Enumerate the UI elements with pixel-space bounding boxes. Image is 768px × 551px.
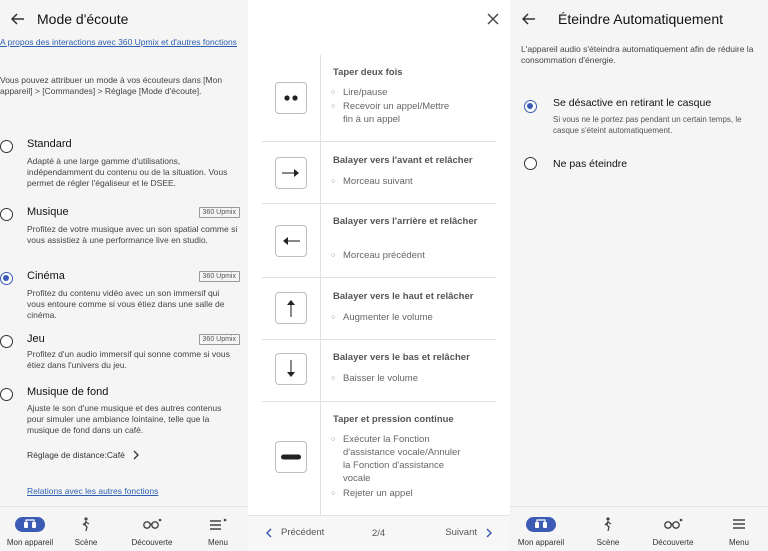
nav-label: Découverte bbox=[131, 538, 173, 547]
nav-label: Menu bbox=[728, 538, 749, 547]
header: Mode d'écoute bbox=[0, 0, 248, 38]
nav-label: Scène bbox=[74, 538, 98, 547]
nav-scene[interactable]: Scène bbox=[588, 507, 628, 551]
radio-never-off[interactable] bbox=[524, 157, 537, 170]
close-icon bbox=[487, 13, 499, 25]
swipe-backward-icon bbox=[275, 225, 307, 257]
upmix-badge: 360 Upmix bbox=[198, 271, 240, 282]
gesture-title: Balayer vers l'avant et relâcher bbox=[333, 155, 473, 166]
option-name: Cinéma bbox=[27, 270, 65, 282]
upmix-badge: 360 Upmix bbox=[198, 207, 240, 218]
nav-label: Scène bbox=[596, 538, 620, 547]
option-name: Se désactive en retirant le casque bbox=[553, 97, 712, 109]
pager-footer: Précédent 2/4 Suivant bbox=[248, 515, 510, 551]
binoculars-icon bbox=[143, 518, 162, 529]
radio-game[interactable] bbox=[0, 335, 13, 348]
gesture-title: Balayer vers l'arrière et relâcher bbox=[333, 216, 478, 227]
close-button[interactable] bbox=[487, 12, 499, 30]
chevron-right-icon bbox=[133, 450, 139, 460]
nav-label: Découverte bbox=[652, 538, 694, 547]
gesture-title: Taper et pression continue bbox=[333, 414, 454, 425]
option-desc: Si vous ne le portez pas pendant un cert… bbox=[553, 115, 742, 135]
arrow-left-icon bbox=[522, 13, 535, 25]
option-desc: Profitez de votre musique avec un son sp… bbox=[27, 224, 238, 245]
nav-menu[interactable]: Menu bbox=[719, 507, 759, 551]
hamburger-menu-icon bbox=[210, 518, 227, 530]
swipe-forward-icon bbox=[275, 157, 307, 189]
walking-person-icon bbox=[82, 517, 90, 531]
nav-my-device[interactable]: Mon appareil bbox=[513, 507, 569, 551]
radio-standard[interactable] bbox=[0, 140, 13, 153]
back-button[interactable] bbox=[510, 0, 548, 38]
distance-setting-row[interactable]: Réglage de distance:Café bbox=[27, 450, 139, 460]
option-name: Jeu bbox=[27, 333, 45, 345]
intro-text: Vous pouvez attribuer un mode à vos écou… bbox=[0, 75, 223, 96]
nav-discovery[interactable]: Découverte bbox=[122, 507, 182, 551]
radio-cinema[interactable] bbox=[0, 272, 13, 285]
gesture-action: Augmenter le volume bbox=[331, 311, 493, 324]
headphones-device-icon bbox=[526, 516, 556, 532]
about-interactions-link[interactable]: A propos des interactions avec 360 Upmix… bbox=[0, 37, 240, 48]
description: L'appareil audio s'éteindra automatiquem… bbox=[521, 44, 754, 65]
walking-person-icon bbox=[604, 517, 612, 531]
nav-label: Mon appareil bbox=[6, 538, 54, 547]
next-label: Suivant bbox=[445, 527, 477, 538]
bottom-nav: Mon appareil Scène Découverte Menu bbox=[510, 506, 768, 551]
option-desc: Profitez du contenu vidéo avec un son im… bbox=[27, 288, 225, 320]
previous-label: Précédent bbox=[281, 527, 325, 538]
upmix-badge: 360 Upmix bbox=[198, 334, 240, 345]
radio-music[interactable] bbox=[0, 208, 13, 221]
option-name: Musique bbox=[27, 206, 69, 218]
binoculars-icon bbox=[664, 518, 683, 529]
gesture-action: Rejeter un appel bbox=[331, 487, 493, 500]
option-name: Ne pas éteindre bbox=[553, 158, 628, 170]
distance-setting-label: Réglage de distance:Café bbox=[27, 450, 125, 460]
gesture-action: Recevoir un appel/Mettre fin à un appel bbox=[331, 100, 461, 126]
nav-menu[interactable]: Menu bbox=[198, 507, 238, 551]
relations-link[interactable]: Relations avec les autres fonctions bbox=[27, 486, 158, 497]
headphones-device-icon bbox=[15, 516, 45, 532]
gesture-action: Exécuter la Fonction d'assistance vocale… bbox=[331, 433, 468, 485]
option-name: Standard bbox=[27, 138, 72, 150]
gesture-action: Lire/pause bbox=[331, 86, 493, 99]
hamburger-menu-icon bbox=[733, 519, 745, 529]
option-desc: Profitez d'un audio immersif qui sonne c… bbox=[27, 349, 230, 370]
page-indicator: 2/4 bbox=[372, 528, 386, 539]
gesture-action: Morceau suivant bbox=[331, 175, 493, 188]
gesture-guide-panel: Taper deux fois Lire/pause Recevoir un a… bbox=[248, 0, 510, 551]
page-title: Mode d'écoute bbox=[37, 11, 129, 27]
option-desc: Adapté à une large gamme d'utilisations,… bbox=[27, 156, 228, 188]
back-button[interactable] bbox=[0, 0, 36, 38]
nav-my-device[interactable]: Mon appareil bbox=[2, 507, 58, 551]
swipe-down-icon bbox=[275, 353, 307, 385]
nav-scene[interactable]: Scène bbox=[66, 507, 106, 551]
double-tap-icon bbox=[275, 82, 307, 114]
swipe-up-icon bbox=[275, 292, 307, 324]
nav-label: Mon appareil bbox=[517, 538, 565, 547]
page-title: Éteindre Automatiquement bbox=[558, 11, 723, 27]
header: Éteindre Automatiquement bbox=[510, 0, 768, 38]
arrow-left-icon bbox=[11, 13, 24, 25]
auto-power-off-panel: Éteindre Automatiquement L'appareil audi… bbox=[510, 0, 768, 551]
option-name: Musique de fond bbox=[27, 386, 109, 398]
option-desc: Ajuste le son d'une musique et des autre… bbox=[27, 403, 222, 435]
nav-label: Menu bbox=[207, 538, 228, 547]
gesture-title: Balayer vers le bas et relâcher bbox=[333, 352, 470, 363]
gesture-action: Morceau précédent bbox=[331, 249, 493, 262]
gesture-title: Taper deux fois bbox=[333, 67, 403, 78]
bottom-nav: Mon appareil Scène Découverte Menu bbox=[0, 506, 248, 551]
radio-background-music[interactable] bbox=[0, 388, 13, 401]
listening-mode-panel: Mode d'écoute A propos des interactions … bbox=[0, 0, 248, 551]
gesture-title: Balayer vers le haut et relâcher bbox=[333, 291, 474, 302]
gesture-action: Baisser le volume bbox=[331, 372, 493, 385]
tap-hold-icon bbox=[275, 441, 307, 473]
radio-off-when-removed[interactable] bbox=[524, 100, 537, 113]
nav-discovery[interactable]: Découverte bbox=[643, 507, 703, 551]
next-button[interactable]: Suivant bbox=[445, 527, 492, 538]
chevron-left-icon bbox=[266, 527, 272, 538]
previous-button[interactable]: Précédent bbox=[266, 527, 324, 538]
chevron-right-icon bbox=[486, 527, 492, 538]
